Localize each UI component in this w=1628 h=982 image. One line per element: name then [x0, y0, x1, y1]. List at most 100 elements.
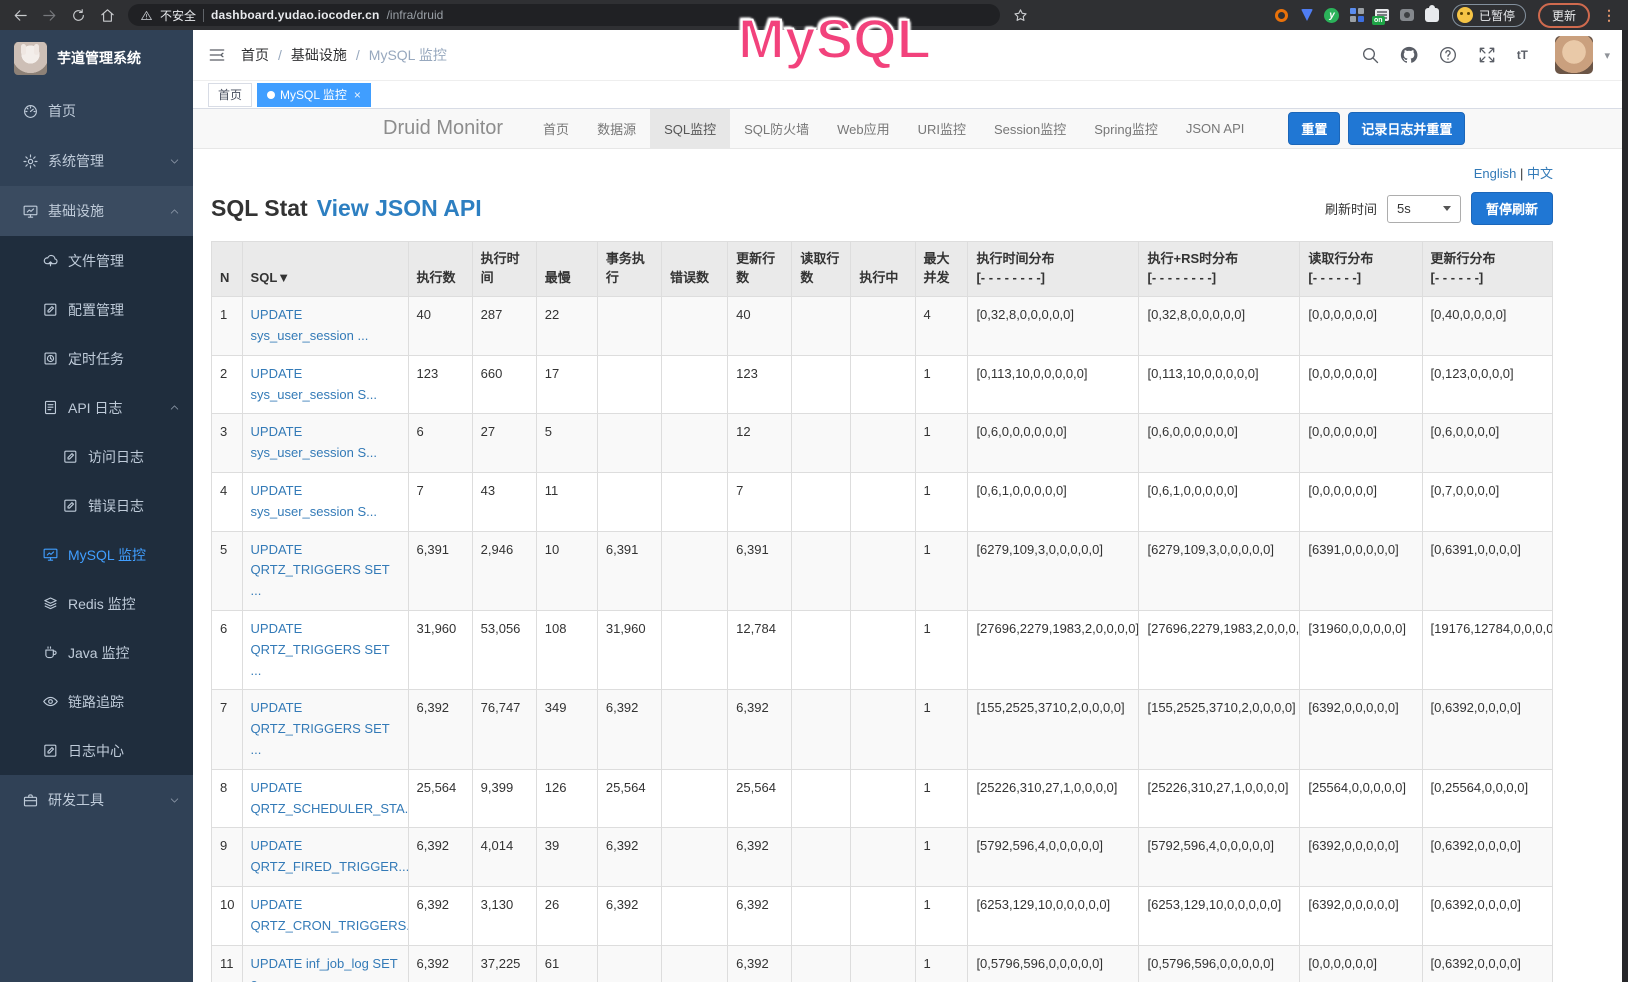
grid-extension-icon[interactable]: [1349, 7, 1365, 23]
column-header-执行+RS时分布[interactable]: 执行+RS时分布[- - - - - - - -]: [1139, 242, 1300, 297]
list-extension-icon[interactable]: on: [1374, 7, 1390, 23]
collapse-menu-icon[interactable]: [207, 45, 227, 65]
blue-pin-extension-icon[interactable]: [1299, 7, 1315, 23]
user-avatar[interactable]: [1555, 36, 1593, 74]
stat-cell: [0,5796,596,0,0,0,0,0]: [1139, 945, 1300, 982]
sidebar-item-文件管理[interactable]: 文件管理: [0, 236, 193, 285]
column-header-SQL▼[interactable]: SQL▼: [242, 242, 408, 297]
edit-icon: [62, 497, 79, 514]
column-header-更新行分布[interactable]: 更新行分布[- - - - - -]: [1422, 242, 1552, 297]
camera-extension-icon[interactable]: [1399, 7, 1415, 23]
sql-link[interactable]: UPDATE QRTZ_FIRED_TRIGGER...: [251, 838, 408, 874]
druid-nav-SQL防火墙[interactable]: SQL防火墙: [730, 109, 823, 149]
sql-link[interactable]: UPDATE inf_job_log SET e...: [251, 956, 398, 982]
sql-link[interactable]: UPDATE QRTZ_TRIGGERS SET ...: [251, 700, 390, 757]
sql-link[interactable]: UPDATE sys_user_session S...: [251, 366, 377, 402]
sidebar-item-Redis 监控[interactable]: Redis 监控: [0, 579, 193, 628]
fullscreen-icon[interactable]: [1477, 45, 1497, 65]
reset-button[interactable]: 重置: [1288, 112, 1340, 145]
close-icon[interactable]: ×: [354, 88, 361, 102]
reload-icon[interactable]: [70, 7, 87, 24]
column-header-读取行数[interactable]: 读取行数: [792, 242, 851, 297]
druid-nav-Web应用[interactable]: Web应用: [823, 109, 904, 149]
druid-nav-首页[interactable]: 首页: [529, 109, 583, 149]
breadcrumb-item[interactable]: 首页: [241, 45, 269, 65]
header-label: SQL▼: [251, 269, 400, 288]
browser-update-button[interactable]: 更新: [1538, 3, 1590, 28]
sql-link[interactable]: UPDATE QRTZ_SCHEDULER_STA...: [251, 780, 408, 816]
column-header-执行中[interactable]: 执行中: [851, 242, 915, 297]
table-row: 11UPDATE inf_job_log SET e...6,39237,225…: [212, 945, 1553, 982]
log-and-reset-button[interactable]: 记录日志并重置: [1348, 112, 1465, 145]
stat-cell: 12: [728, 414, 792, 473]
sidebar-item-API 日志[interactable]: API 日志: [0, 383, 193, 432]
search-icon[interactable]: [1360, 45, 1380, 65]
address-bar[interactable]: 不安全 dashboard.yudao.iocoder.cn /infra/dr…: [128, 4, 1000, 26]
language-chinese-link[interactable]: 中文: [1527, 166, 1553, 181]
druid-nav-URI监控[interactable]: URI监控: [904, 109, 980, 149]
sidebar-item-系统管理[interactable]: 系统管理: [0, 136, 193, 186]
column-header-执行时间分布[interactable]: 执行时间分布[- - - - - - - -]: [968, 242, 1139, 297]
sql-link[interactable]: UPDATE sys_user_session ...: [251, 307, 369, 343]
kebab-menu-icon[interactable]: ⋮: [1602, 7, 1616, 24]
sql-link[interactable]: UPDATE QRTZ_CRON_TRIGGERS...: [251, 897, 408, 933]
sql-link[interactable]: UPDATE sys_user_session S...: [251, 424, 377, 460]
language-english-link[interactable]: English: [1474, 166, 1517, 181]
forward-icon[interactable]: [41, 7, 58, 24]
github-icon[interactable]: [1399, 45, 1419, 65]
druid-nav-Session监控[interactable]: Session监控: [980, 109, 1080, 149]
refresh-interval-select[interactable]: 5s: [1387, 195, 1461, 223]
stat-cell: 25,564: [408, 769, 472, 828]
column-header-读取行分布[interactable]: 读取行分布[- - - - - -]: [1300, 242, 1422, 297]
view-json-api-link[interactable]: View JSON API: [317, 195, 482, 222]
sidebar-item-Java 监控[interactable]: Java 监控: [0, 628, 193, 677]
sidebar-item-label: 研发工具: [48, 790, 104, 810]
security-label[interactable]: 不安全: [160, 7, 196, 24]
sql-link[interactable]: UPDATE QRTZ_TRIGGERS SET ...: [251, 542, 390, 599]
column-header-事务执行[interactable]: 事务执行: [597, 242, 661, 297]
sql-link[interactable]: UPDATE QRTZ_TRIGGERS SET ...: [251, 621, 390, 678]
back-icon[interactable]: [12, 7, 29, 24]
row-number: 10: [212, 886, 243, 945]
stat-cell: 6,391: [728, 531, 792, 610]
sidebar-item-配置管理[interactable]: 配置管理: [0, 285, 193, 334]
sidebar-item-链路追踪[interactable]: 链路追踪: [0, 677, 193, 726]
sidebar-item-错误日志[interactable]: 错误日志: [0, 481, 193, 530]
breadcrumb-item[interactable]: 基础设施: [291, 45, 347, 65]
home-icon[interactable]: [99, 7, 116, 24]
browser-profile-chip[interactable]: 已暂停: [1452, 4, 1526, 27]
sql-link[interactable]: UPDATE sys_user_session S...: [251, 483, 377, 519]
sidebar-item-日志中心[interactable]: 日志中心: [0, 726, 193, 775]
sidebar-logo[interactable]: 芋道管理系统: [0, 30, 193, 86]
column-header-执行时间[interactable]: 执行时间: [472, 242, 536, 297]
column-header-执行数[interactable]: 执行数: [408, 242, 472, 297]
sidebar-item-基础设施[interactable]: 基础设施: [0, 186, 193, 236]
sidebar-item-定时任务[interactable]: 定时任务: [0, 334, 193, 383]
pause-refresh-button[interactable]: 暂停刷新: [1471, 192, 1553, 225]
sidebar-item-首页[interactable]: 首页: [0, 86, 193, 136]
druid-nav-JSON API[interactable]: JSON API: [1172, 109, 1259, 149]
stat-cell: 6,392: [408, 828, 472, 887]
tab-MySQL 监控[interactable]: MySQL 监控×: [257, 83, 371, 107]
sidebar-item-访问日志[interactable]: 访问日志: [0, 432, 193, 481]
stat-cell: 76,747: [472, 690, 536, 769]
druid-nav-Spring监控[interactable]: Spring监控: [1080, 109, 1172, 149]
column-header-N[interactable]: N: [212, 242, 243, 297]
stat-cell: 53,056: [472, 610, 536, 689]
sidebar-item-MySQL 监控[interactable]: MySQL 监控: [0, 530, 193, 579]
font-size-icon[interactable]: tT: [1516, 45, 1536, 65]
column-header-错误数[interactable]: 错误数: [662, 242, 728, 297]
caret-down-icon[interactable]: ▾: [1604, 49, 1610, 62]
column-header-最大并发[interactable]: 最大并发: [915, 242, 968, 297]
orange-ring-extension-icon[interactable]: [1274, 7, 1290, 23]
sidebar-item-研发工具[interactable]: 研发工具: [0, 775, 193, 825]
puzzle-extension-icon[interactable]: [1424, 7, 1440, 23]
tab-首页[interactable]: 首页: [208, 83, 252, 107]
column-header-最慢[interactable]: 最慢: [536, 242, 597, 297]
green-circle-extension-icon[interactable]: y: [1324, 7, 1340, 23]
druid-nav-数据源[interactable]: 数据源: [583, 109, 650, 149]
column-header-更新行数[interactable]: 更新行数: [728, 242, 792, 297]
star-icon[interactable]: [1012, 7, 1029, 24]
druid-nav-SQL监控[interactable]: SQL监控: [650, 109, 730, 149]
help-icon[interactable]: [1438, 45, 1458, 65]
